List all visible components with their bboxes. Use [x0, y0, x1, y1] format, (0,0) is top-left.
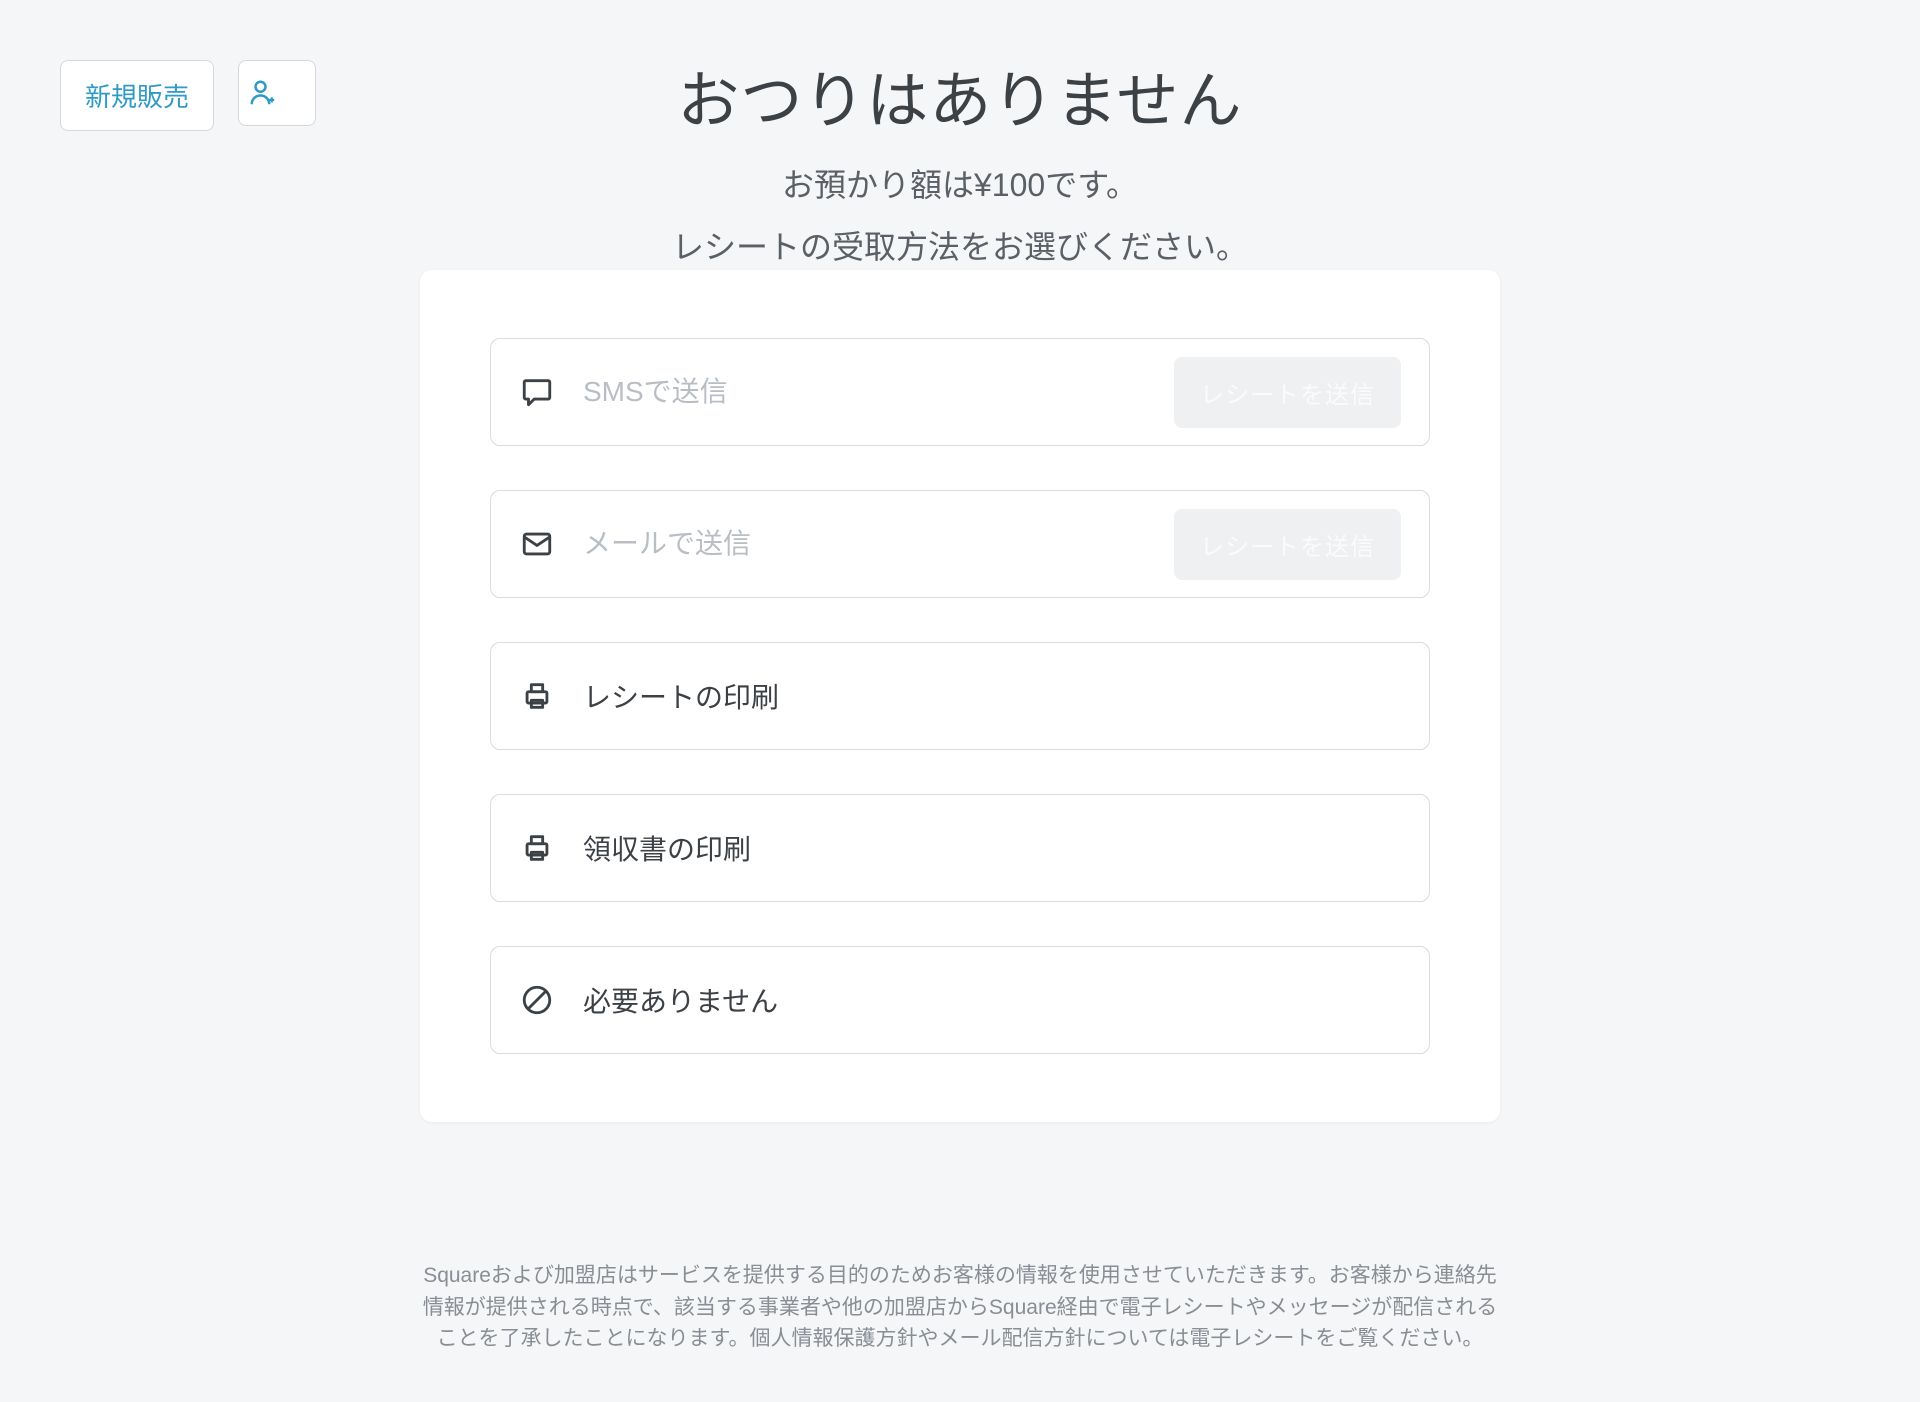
header-section: おつりはありません お預かり額は¥100です。 レシートの受取方法をお選びくださ… — [0, 50, 1920, 268]
chat-bubble-icon — [519, 374, 555, 410]
no-receipt-row[interactable]: 必要ありません — [490, 946, 1430, 1054]
email-send-button[interactable]: レシートを送信 — [1174, 509, 1401, 580]
no-receipt-label: 必要ありません — [583, 980, 1401, 1020]
printer-icon — [519, 830, 555, 866]
print-invoice-row[interactable]: 領収書の印刷 — [490, 794, 1430, 902]
sms-option-row[interactable]: レシートを送信 — [490, 338, 1430, 446]
email-option-row[interactable]: レシートを送信 — [490, 490, 1430, 598]
page-title: おつりはありません — [0, 50, 1920, 140]
print-invoice-label: 領収書の印刷 — [583, 828, 1401, 868]
sms-input[interactable] — [583, 376, 1174, 408]
footer-disclaimer: Squareおよび加盟店はサービスを提供する目的のためお客様の情報を使用させてい… — [420, 1260, 1500, 1355]
sms-send-button[interactable]: レシートを送信 — [1174, 357, 1401, 428]
instruction-text: レシートの受取方法をお選びください。 — [0, 222, 1920, 268]
receipt-options-card: レシートを送信 レシートを送信 レシートの印刷 — [420, 270, 1500, 1122]
deposit-subtitle: お預かり額は¥100です。 — [0, 160, 1920, 206]
prohibit-icon — [519, 982, 555, 1018]
print-receipt-label: レシートの印刷 — [583, 676, 1401, 716]
email-input[interactable] — [583, 528, 1174, 560]
envelope-icon — [519, 526, 555, 562]
print-receipt-row[interactable]: レシートの印刷 — [490, 642, 1430, 750]
printer-icon — [519, 678, 555, 714]
